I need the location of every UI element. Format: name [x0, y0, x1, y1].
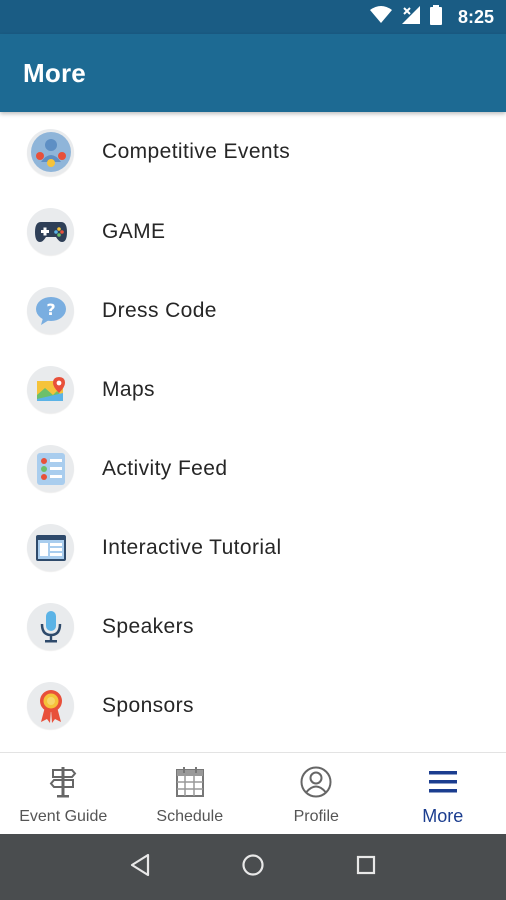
calendar-icon	[175, 766, 205, 803]
signpost-icon	[48, 766, 78, 803]
home-icon[interactable]	[241, 853, 265, 882]
menu-item-activity-feed[interactable]: Activity Feed	[0, 429, 506, 508]
wifi-icon	[369, 5, 392, 29]
tab-label: Profile	[293, 808, 339, 825]
menu-item-label: Activity Feed	[102, 456, 228, 480]
page-title: More	[23, 57, 86, 88]
status-bar: 8:25	[0, 0, 506, 34]
microphone-icon	[27, 603, 74, 650]
menu-list: Competitive Events GAME ? Dress Code Map…	[0, 112, 506, 752]
tab-profile[interactable]: Profile	[253, 753, 380, 834]
menu-item-label: GAME	[102, 219, 166, 243]
menu-item-label: Competitive Events	[102, 140, 291, 163]
svg-text:?: ?	[46, 300, 55, 319]
status-time: 8:25	[457, 6, 494, 27]
menu-item-maps[interactable]: Maps	[0, 350, 506, 429]
map-pin-icon	[27, 366, 74, 413]
profile-icon	[300, 766, 332, 803]
menu-item-dress-code[interactable]: ? Dress Code	[0, 271, 506, 350]
tab-more[interactable]: More	[380, 753, 506, 834]
menu-item-label: Speakers	[102, 614, 194, 638]
app-bar: More	[0, 34, 506, 112]
hamburger-menu-icon	[427, 766, 459, 803]
menu-item-label: Interactive Tutorial	[102, 535, 282, 559]
menu-item-interactive-tutorial[interactable]: Interactive Tutorial	[0, 508, 506, 587]
tab-schedule[interactable]: Schedule	[127, 753, 254, 834]
bottom-nav: Event Guide Schedule Profile More	[0, 752, 506, 834]
cell-signal-icon	[401, 5, 420, 29]
menu-item-label: Maps	[102, 377, 155, 401]
tab-event-guide[interactable]: Event Guide	[0, 753, 127, 834]
menu-item-sponsors[interactable]: Sponsors	[0, 666, 506, 745]
menu-item-speakers[interactable]: Speakers	[0, 587, 506, 666]
tab-label: Event Guide	[19, 808, 108, 825]
activity-list-icon	[27, 445, 74, 492]
menu-item-label: Sponsors	[102, 693, 194, 717]
system-nav-bar	[0, 834, 506, 900]
menu-item-label: Dress Code	[102, 298, 217, 322]
question-bubble-icon: ?	[27, 287, 74, 334]
tab-label: More	[422, 806, 464, 826]
tutorial-window-icon	[27, 524, 74, 571]
battery-icon	[429, 4, 442, 30]
tab-label: Schedule	[156, 808, 224, 825]
recents-icon[interactable]	[355, 854, 377, 881]
gamepad-icon	[27, 208, 74, 255]
menu-item-competitive-events[interactable]: Competitive Events	[0, 112, 506, 192]
ribbon-award-icon	[27, 682, 74, 729]
back-icon[interactable]	[129, 853, 151, 882]
menu-item-game[interactable]: GAME	[0, 192, 506, 271]
people-medal-icon	[27, 128, 74, 176]
